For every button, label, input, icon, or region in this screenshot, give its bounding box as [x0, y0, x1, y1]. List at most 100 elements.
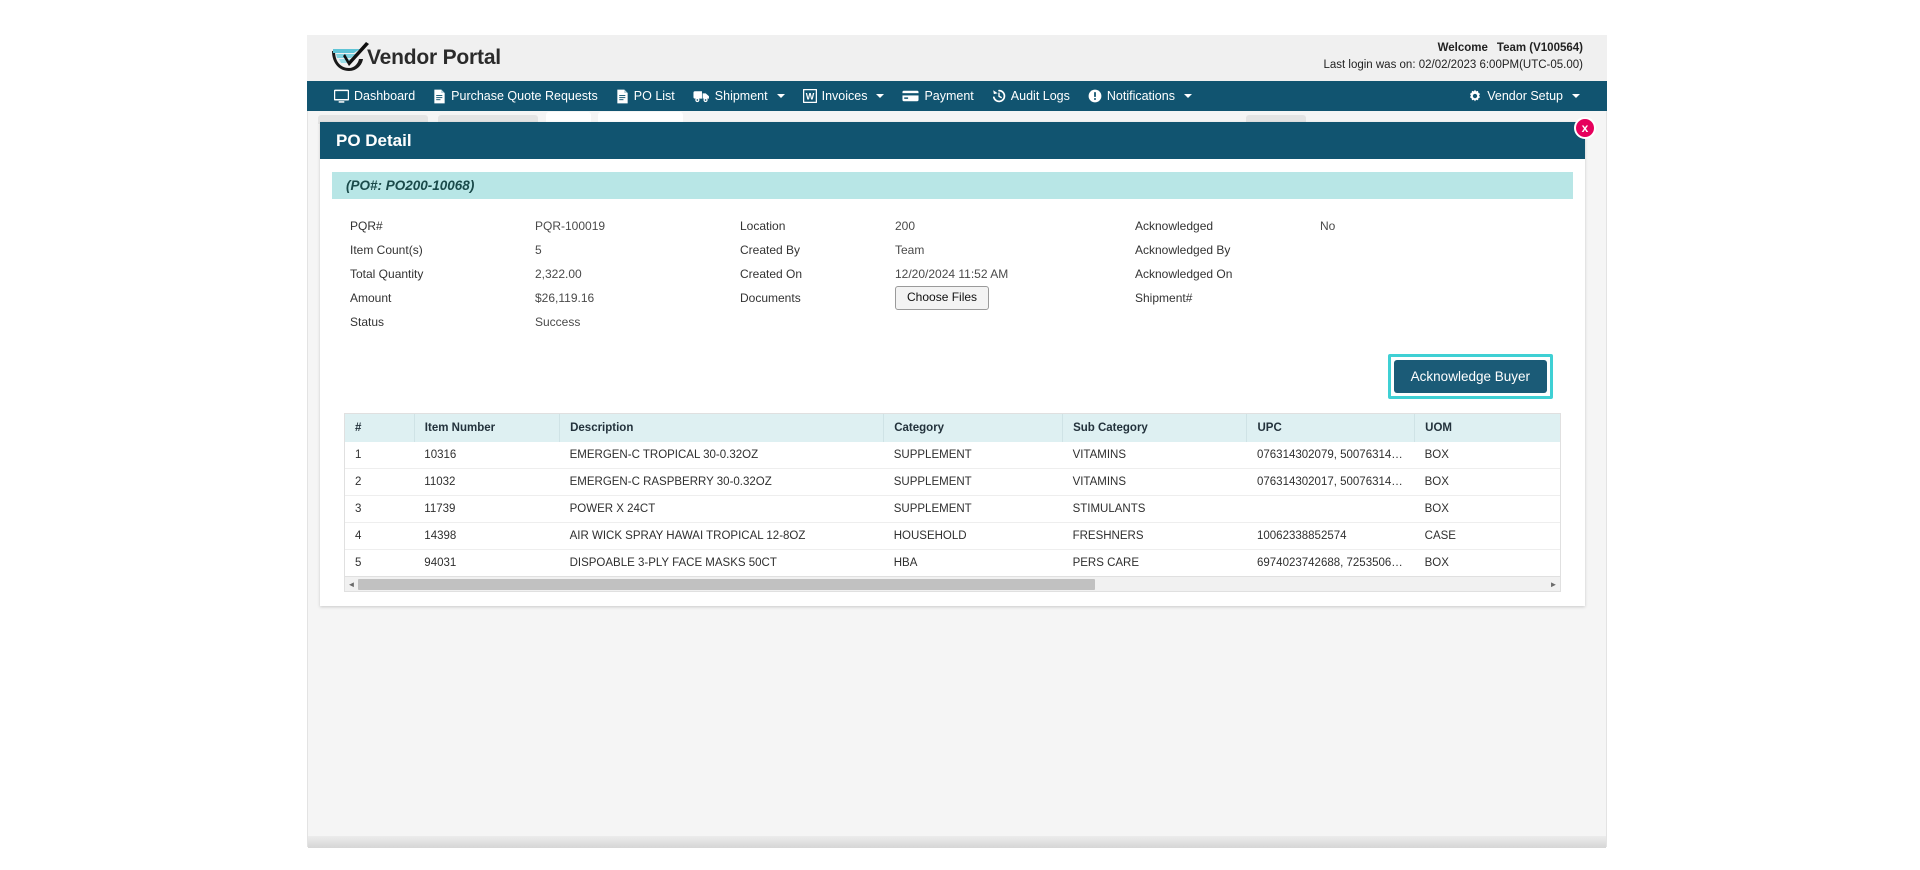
col-description[interactable]: Description	[559, 414, 885, 442]
label-documents: Documents	[740, 291, 801, 305]
cell-uom: CASE	[1414, 522, 1560, 550]
label-total-quantity: Total Quantity	[350, 267, 424, 281]
nav-label: Audit Logs	[1010, 89, 1070, 103]
value-status: Success	[535, 315, 581, 329]
col-upc[interactable]: UPC	[1246, 414, 1416, 442]
truck-icon	[693, 90, 709, 102]
label-status: Status	[350, 315, 385, 329]
brand-name: Vendor Portal	[367, 46, 501, 69]
main-navigation: Dashboard Purchase Quote Requests PO Lis…	[307, 81, 1607, 111]
label-created-on: Created On	[740, 267, 803, 281]
nav-item-audit-logs[interactable]: Audit Logs	[983, 81, 1079, 111]
page-footer-shadow	[308, 836, 1606, 848]
document-icon	[434, 89, 445, 103]
value-total-quantity: 2,322.00	[535, 267, 582, 281]
cell-number: 3	[345, 495, 415, 523]
label-location: Location	[740, 219, 786, 233]
cell-upc: 6974023742688, 72535060...	[1256, 557, 1408, 569]
col-uom[interactable]: UOM	[1414, 414, 1560, 442]
value-acknowledged-on	[1320, 262, 1555, 286]
cell-sub-category: PERS CARE	[1072, 557, 1140, 569]
label-item-count: Item Count(s)	[350, 243, 423, 257]
col-category[interactable]: Category	[883, 414, 1064, 442]
po-detail-body: (PO#: PO200-10068) PQR# PQR-100019 Locat…	[320, 159, 1585, 606]
cell-upc: 076314302079, 500763143...	[1246, 442, 1415, 469]
nav-item-dashboard[interactable]: Dashboard	[325, 81, 424, 111]
alert-circle-icon	[1088, 89, 1102, 103]
po-detail-fields: PQR# PQR-100019 Location 200 Acknowledge…	[332, 211, 1573, 338]
nav-item-purchase-quote-requests[interactable]: Purchase Quote Requests	[424, 81, 607, 111]
choose-files-button[interactable]: Choose Files	[895, 286, 990, 310]
nav-label: Shipment	[714, 89, 768, 103]
cell-item-number: 11739	[414, 495, 560, 523]
value-location: 200	[895, 219, 916, 233]
cell-uom: BOX	[1414, 442, 1560, 469]
cell-sub-category: VITAMINS	[1062, 442, 1247, 469]
cell-category: SUPPLEMENT	[883, 468, 1063, 496]
value-created-by: Team	[895, 243, 925, 257]
value-acknowledged: No	[1320, 219, 1336, 233]
monitor-icon	[334, 89, 349, 103]
value-pqr: PQR-100019	[535, 219, 606, 233]
col-item-number[interactable]: Item Number	[414, 414, 561, 442]
label-pqr: PQR#	[350, 219, 383, 233]
scroll-left-arrow-icon[interactable]: ◄	[345, 578, 358, 591]
nav-item-invoices[interactable]: W Invoices	[794, 81, 894, 111]
nav-item-payment[interactable]: Payment	[893, 81, 982, 111]
cell-category: SUPPLEMENT	[883, 495, 1063, 523]
cell-description: DISPOABLE 3-PLY FACE MASKS 50CT	[569, 557, 777, 569]
nav-label: Vendor Setup	[1487, 89, 1563, 103]
items-table: # Item Number Description Category Sub C…	[345, 414, 1560, 576]
cell-category: HBA	[893, 557, 918, 569]
cell-description: POWER X 24CT	[559, 495, 884, 523]
cell-description: EMERGEN-C RASPBERRY 30-0.32OZ	[559, 468, 884, 496]
items-table-head: # Item Number Description Category Sub C…	[345, 414, 1560, 442]
scrollbar-track[interactable]	[358, 577, 1547, 591]
table-header-row: # Item Number Description Category Sub C…	[345, 414, 1560, 442]
nav-item-po-list[interactable]: PO List	[607, 81, 684, 111]
word-doc-icon: W	[802, 89, 817, 103]
col-sub-category[interactable]: Sub Category	[1062, 414, 1248, 442]
chevron-down-icon	[776, 94, 785, 98]
table-row[interactable]: 4 14398 AIR WICK SPRAY HAWAI TROPICAL 12…	[345, 522, 1560, 550]
items-table-container: # Item Number Description Category Sub C…	[344, 413, 1561, 592]
col-number[interactable]: #	[345, 414, 415, 442]
cell-description: EMERGEN-C TROPICAL 30-0.32OZ	[559, 442, 884, 469]
cell-item-number: 94031	[424, 557, 457, 569]
nav-item-vendor-setup[interactable]: Vendor Setup	[1459, 81, 1589, 111]
close-icon[interactable]: x	[1574, 117, 1596, 139]
po-number-banner: (PO#: PO200-10068)	[332, 172, 1573, 199]
cell-category: SUPPLEMENT	[883, 442, 1063, 469]
page-title: PO Detail	[336, 130, 412, 150]
nav-label: Payment	[924, 89, 974, 103]
logo[interactable]: Vendor Portal	[307, 42, 501, 74]
nav-label: Invoices	[821, 89, 868, 103]
scroll-right-arrow-icon[interactable]: ►	[1547, 578, 1560, 591]
action-row: Acknowledge Buyer	[332, 338, 1573, 409]
value-created-on: 12/20/2024 11:52 AM	[895, 267, 1009, 281]
nav-item-notifications[interactable]: Notifications	[1079, 81, 1201, 111]
horizontal-scrollbar[interactable]: ◄ ►	[345, 576, 1560, 591]
cell-uom: BOX	[1424, 557, 1449, 569]
table-row[interactable]: 5 94031 DISPOABLE 3-PLY FACE MASKS 50CT …	[345, 550, 1560, 577]
scrollbar-thumb[interactable]	[358, 578, 1096, 590]
items-table-body: 1 10316 EMERGEN-C TROPICAL 30-0.32OZ SUP…	[345, 442, 1560, 576]
table-row[interactable]: 3 11739 POWER X 24CT SUPPLEMENT STIMULAN…	[345, 495, 1560, 523]
table-row[interactable]: 2 11032 EMERGEN-C RASPBERRY 30-0.32OZ SU…	[345, 468, 1560, 496]
cell-upc	[1246, 495, 1415, 523]
table-row[interactable]: 1 10316 EMERGEN-C TROPICAL 30-0.32OZ SUP…	[345, 442, 1560, 469]
value-item-count: 5	[535, 243, 542, 257]
value-amount: $26,119.16	[535, 291, 595, 305]
cell-upc: 10062338852574	[1246, 522, 1415, 550]
cell-sub-category: STIMULANTS	[1062, 495, 1247, 523]
acknowledge-buyer-button[interactable]: Acknowledge Buyer	[1393, 360, 1547, 393]
cell-item-number: 14398	[414, 522, 560, 550]
cell-number: 5	[355, 557, 362, 569]
nav-label: Notifications	[1106, 89, 1175, 103]
nav-item-shipment[interactable]: Shipment	[684, 81, 794, 111]
chevron-down-icon	[876, 94, 885, 98]
cell-description: AIR WICK SPRAY HAWAI TROPICAL 12-8OZ	[559, 522, 884, 550]
po-detail-card: PO Detail x (PO#: PO200-10068) PQR# PQR-…	[320, 117, 1596, 606]
chevron-down-icon	[1572, 94, 1580, 98]
cell-uom: BOX	[1414, 468, 1560, 496]
